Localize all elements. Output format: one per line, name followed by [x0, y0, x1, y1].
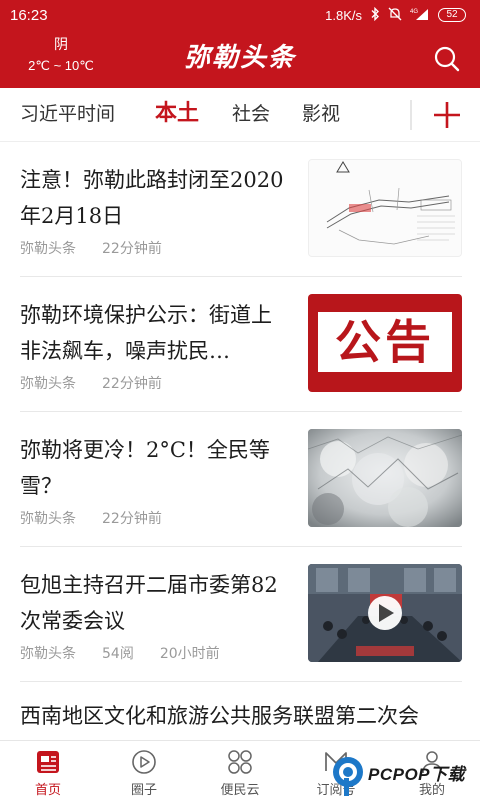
news-source: 弥勒头条	[20, 376, 76, 392]
watermark-logo-icon	[333, 757, 363, 796]
news-title: 弥勒环境保护公示：街道上非法飙车，噪声扰民…	[20, 303, 272, 363]
news-meta: 弥勒头条 22分钟前	[20, 238, 188, 258]
nav-home[interactable]: 首页	[0, 741, 96, 800]
mute-icon	[388, 7, 402, 23]
news-item[interactable]: 包旭主持召开二届市委第82次常委会议 弥勒头条 54阅 20小时前	[20, 547, 462, 682]
news-thumbnail-road-map	[308, 159, 462, 257]
search-icon	[434, 46, 460, 72]
watermark-text: PCPOP下载	[368, 765, 466, 784]
nav-label: 便民云	[220, 783, 260, 798]
news-feed: 注意！弥勒此路封闭至2020年2月18日 弥勒头条 22分钟前 弥勒环境保护公示…	[0, 142, 480, 740]
news-item[interactable]: 弥勒环境保护公示：街道上非法飙车，噪声扰民… 弥勒头条 22分钟前 公告	[20, 277, 462, 412]
tab-local[interactable]: 本土	[155, 100, 199, 128]
news-time: 22分钟前	[102, 241, 162, 257]
news-thumbnail-notice: 公告	[308, 294, 462, 392]
news-source: 弥勒头条	[20, 646, 76, 662]
plus-icon	[434, 102, 460, 128]
add-channel-button[interactable]	[428, 96, 466, 134]
app-logo: 弥勒头条	[183, 43, 296, 73]
nav-circle[interactable]: 圈子	[96, 741, 192, 800]
news-title: 包旭主持召开二届市委第82次常委会议	[20, 573, 278, 633]
grid-icon	[228, 750, 252, 774]
news-meta: 弥勒头条 22分钟前	[20, 373, 188, 393]
news-item[interactable]: 弥勒将更冷！2°C！全民等雪？ 弥勒头条 22分钟前	[20, 412, 462, 547]
weather-temperature: 2℃ ~ 10℃	[28, 58, 94, 73]
notice-thumb-text: 公告	[335, 315, 435, 369]
status-right: 1.8K/s 4G 52	[325, 6, 466, 23]
weather-widget[interactable]: 阴 2℃ ~ 10℃	[16, 36, 106, 76]
weather-condition: 阴	[54, 37, 68, 53]
news-time: 22分钟前	[102, 511, 162, 527]
news-source: 弥勒头条	[20, 511, 76, 527]
signal-label: 4G	[410, 9, 418, 15]
news-time: 20小时前	[159, 646, 220, 662]
news-title: 注意！弥勒此路封闭至2020年2月18日	[20, 168, 284, 228]
circle-play-icon	[132, 750, 156, 774]
news-views: 54阅	[102, 646, 134, 662]
channel-tabs: 习近平时间 本土 社会 影视	[0, 88, 480, 142]
tab-divider	[410, 100, 412, 130]
tab-society[interactable]: 社会	[232, 100, 270, 128]
news-time: 22分钟前	[102, 376, 162, 392]
nav-label: 圈子	[130, 783, 157, 798]
network-speed: 1.8K/s	[325, 7, 362, 23]
status-bar: 16:23 1.8K/s 4G 52	[0, 0, 480, 30]
bluetooth-icon	[370, 6, 380, 23]
news-thumbnail-video-meeting[interactable]	[308, 564, 462, 662]
nav-service-cloud[interactable]: 便民云	[192, 741, 288, 800]
news-item[interactable]: 西南地区文化和旅游公共服务联盟第二次会	[20, 682, 462, 740]
tab-xi-time[interactable]: 习近平时间	[20, 100, 115, 128]
news-thumbnail-frost	[308, 429, 462, 527]
news-title: 弥勒将更冷！2°C！全民等雪？	[20, 438, 270, 498]
watermark: PCPOP下载	[330, 752, 480, 798]
home-news-icon	[37, 751, 59, 773]
battery-icon: 52	[438, 8, 466, 22]
status-time: 16:23	[10, 6, 48, 24]
news-item[interactable]: 注意！弥勒此路封闭至2020年2月18日 弥勒头条 22分钟前	[20, 142, 462, 277]
news-title: 西南地区文化和旅游公共服务联盟第二次会	[20, 704, 419, 728]
news-meta: 弥勒头条 22分钟前	[20, 508, 188, 528]
tab-film[interactable]: 影视	[302, 100, 340, 128]
news-source: 弥勒头条	[20, 241, 76, 257]
nav-label: 首页	[34, 783, 61, 798]
signal-icon: 4G	[410, 7, 430, 23]
search-button[interactable]	[432, 44, 462, 74]
app-header: 阴 2℃ ~ 10℃ 弥勒头条	[0, 30, 480, 88]
news-meta: 弥勒头条 54阅 20小时前	[20, 643, 246, 663]
